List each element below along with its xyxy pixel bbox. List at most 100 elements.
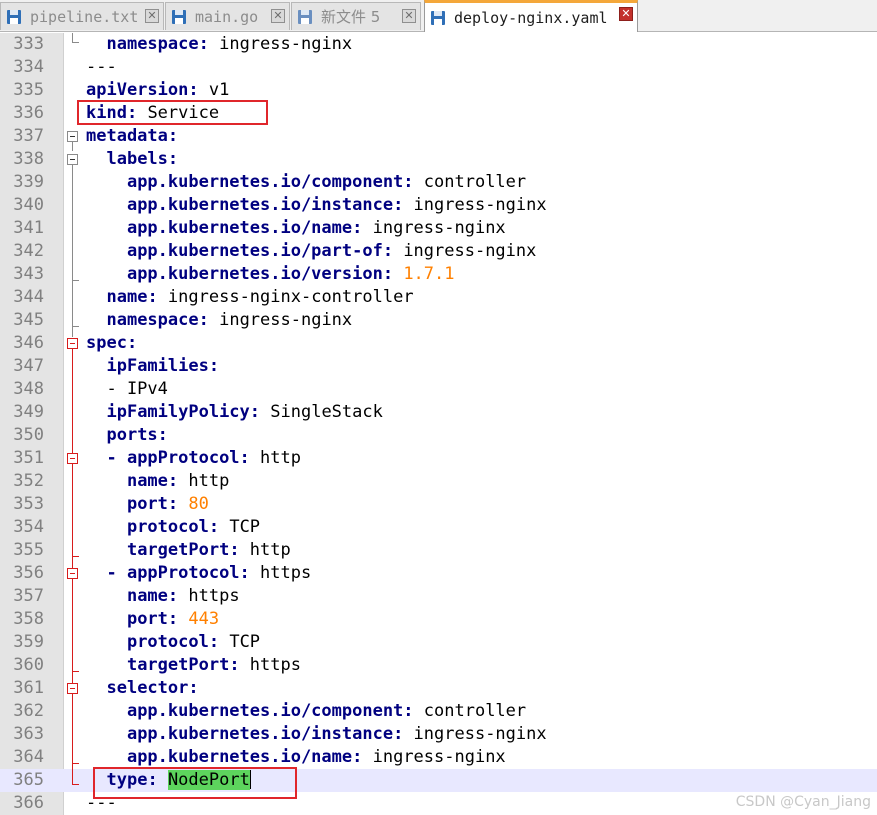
code-editor[interactable]: 333 namespace: ingress-nginx 334 --- 335 api… — [0, 33, 877, 815]
yaml-value: controller — [413, 701, 527, 721]
line-number: 339 — [13, 172, 44, 192]
code-text[interactable]: namespace: ingress-nginx — [86, 33, 352, 56]
code-text[interactable]: --- — [86, 56, 117, 79]
code-line[interactable]: 347 ipFamilies: — [0, 355, 877, 378]
code-line[interactable]: 349 ipFamilyPolicy: SingleStack — [0, 401, 877, 424]
yaml-value: http — [249, 448, 301, 468]
code-text[interactable]: - IPv4 — [86, 378, 167, 401]
code-line[interactable]: 362 app.kubernetes.io/component: control… — [0, 700, 877, 723]
fold-toggle-port-http[interactable] — [67, 453, 78, 464]
code-line[interactable]: 355 targetPort: http — [0, 539, 877, 562]
code-text[interactable]: app.kubernetes.io/name: ingress-nginx — [86, 217, 506, 240]
code-line[interactable]: 338 labels: — [0, 148, 877, 171]
saved-file-icon — [7, 9, 21, 24]
line-number: 355 — [13, 540, 44, 560]
code-text[interactable]: name: https — [86, 585, 240, 608]
fold-toggle-spec[interactable] — [67, 338, 78, 349]
code-line[interactable]: 341 app.kubernetes.io/name: ingress-ngin… — [0, 217, 877, 240]
fold-toggle-port-https[interactable] — [67, 568, 78, 579]
code-text[interactable]: port: 443 — [86, 608, 219, 631]
code-line[interactable]: 361 selector: — [0, 677, 877, 700]
code-text[interactable]: app.kubernetes.io/version: 1.7.1 — [86, 263, 455, 286]
code-line[interactable]: 342 app.kubernetes.io/part-of: ingress-n… — [0, 240, 877, 263]
yaml-colon: : — [167, 586, 179, 606]
code-text[interactable]: metadata: — [86, 125, 178, 148]
code-line[interactable]: 339 app.kubernetes.io/component: control… — [0, 171, 877, 194]
fold-toggle-labels[interactable] — [67, 154, 78, 165]
code-text[interactable]: ipFamilies: — [86, 355, 219, 378]
code-text[interactable]: apiVersion: v1 — [86, 79, 229, 102]
close-icon[interactable]: ✕ — [145, 9, 159, 23]
code-line[interactable]: 353 port: 80 — [0, 493, 877, 516]
tab-deploy-nginx-yaml[interactable]: deploy-nginx.yaml ✕ — [424, 0, 638, 32]
yaml-key: app.kubernetes.io/component — [126, 701, 404, 721]
code-line[interactable]: 343 app.kubernetes.io/version: 1.7.1 — [0, 263, 877, 286]
fold-toggle-selector[interactable] — [67, 683, 78, 694]
yaml-colon: : — [393, 724, 404, 744]
code-text[interactable]: app.kubernetes.io/component: controller — [86, 171, 526, 194]
code-text[interactable]: app.kubernetes.io/name: ingress-nginx — [86, 746, 506, 769]
code-line[interactable]: 346 spec: — [0, 332, 877, 355]
code-line[interactable]: 340 app.kubernetes.io/instance: ingress-… — [0, 194, 877, 217]
tab-main-go[interactable]: main.go ✕ — [165, 2, 290, 30]
code-text[interactable]: app.kubernetes.io/part-of: ingress-nginx — [86, 240, 536, 263]
code-text[interactable]: app.kubernetes.io/instance: ingress-ngin… — [86, 723, 547, 746]
code-text[interactable]: name: http — [86, 470, 229, 493]
code-text[interactable]: ipFamilyPolicy: SingleStack — [86, 401, 382, 424]
code-text[interactable]: targetPort: http — [86, 539, 291, 562]
code-line[interactable]: 360 targetPort: https — [0, 654, 877, 677]
code-line[interactable]: 334 --- — [0, 56, 877, 79]
yaml-key: name — [106, 287, 148, 307]
line-number: 347 — [13, 356, 44, 376]
close-icon[interactable]: ✕ — [402, 9, 416, 23]
fold-toggle-metadata[interactable] — [67, 131, 78, 142]
close-icon[interactable]: ✕ — [619, 7, 633, 21]
yaml-key: name — [126, 586, 168, 606]
code-text[interactable]: protocol: TCP — [86, 631, 260, 654]
code-text[interactable]: selector: — [86, 677, 198, 700]
yaml-colon: : — [198, 310, 209, 330]
code-line[interactable]: 348 - IPv4 — [0, 378, 877, 401]
code-text[interactable]: namespace: ingress-nginx — [86, 309, 352, 332]
line-number: 351 — [13, 448, 44, 468]
code-text[interactable]: - appProtocol: http — [86, 447, 301, 470]
code-text[interactable]: targetPort: https — [86, 654, 301, 677]
code-line[interactable]: 354 protocol: TCP — [0, 516, 877, 539]
line-number: 361 — [13, 678, 44, 698]
yaml-value: controller — [413, 172, 527, 192]
line-number: 344 — [13, 287, 44, 307]
code-line[interactable]: 333 namespace: ingress-nginx — [0, 33, 877, 56]
code-text[interactable]: app.kubernetes.io/component: controller — [86, 700, 526, 723]
code-text[interactable]: spec: — [86, 332, 137, 355]
code-line[interactable]: 350 ports: — [0, 424, 877, 447]
line-number: 356 — [13, 563, 44, 583]
code-line[interactable]: 344 name: ingress-nginx-controller — [0, 286, 877, 309]
close-icon[interactable]: ✕ — [271, 9, 285, 23]
code-line[interactable]: 358 port: 443 — [0, 608, 877, 631]
code-line[interactable]: 357 name: https — [0, 585, 877, 608]
code-text[interactable]: - appProtocol: https — [86, 562, 311, 585]
code-text[interactable]: port: 80 — [86, 493, 209, 516]
code-line[interactable]: 352 name: http — [0, 470, 877, 493]
code-line[interactable]: 337 metadata: — [0, 125, 877, 148]
code-line[interactable]: 356 - appProtocol: https — [0, 562, 877, 585]
code-text[interactable]: protocol: TCP — [86, 516, 260, 539]
code-text[interactable]: labels: — [86, 148, 178, 171]
yaml-colon: : — [167, 609, 179, 629]
code-text[interactable]: name: ingress-nginx-controller — [86, 286, 413, 309]
code-line[interactable]: 364 app.kubernetes.io/name: ingress-ngin… — [0, 746, 877, 769]
tab-pipeline-txt[interactable]: pipeline.txt ✕ — [0, 2, 164, 30]
code-line[interactable]: 359 protocol: TCP — [0, 631, 877, 654]
line-number: 333 — [13, 34, 44, 54]
code-line[interactable]: 351 - appProtocol: http — [0, 447, 877, 470]
code-line[interactable]: 345 namespace: ingress-nginx — [0, 309, 877, 332]
code-text[interactable]: ports: — [86, 424, 167, 447]
code-line[interactable]: 335 apiVersion: v1 — [0, 79, 877, 102]
code-line[interactable]: 363 app.kubernetes.io/instance: ingress-… — [0, 723, 877, 746]
tab-new-file-5[interactable]: 新文件 5 ✕ — [291, 2, 421, 30]
code-text[interactable]: app.kubernetes.io/instance: ingress-ngin… — [86, 194, 547, 217]
